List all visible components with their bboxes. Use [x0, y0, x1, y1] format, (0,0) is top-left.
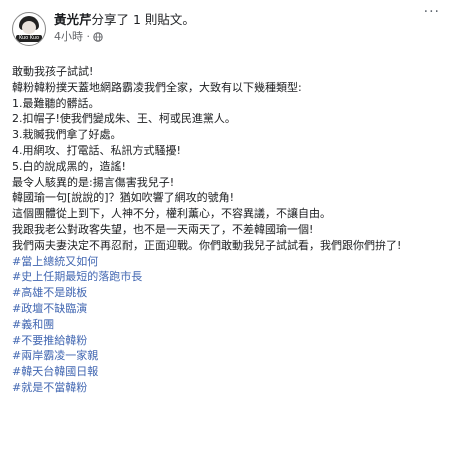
- globe-icon: [93, 31, 103, 42]
- post-body: 敢動我孩子試試! 韓粉韓粉撲天蓋地網路霸凌我們全家，大致有以下幾種類型: 1.最…: [10, 64, 440, 396]
- share-action-text: 分享了 1 則貼文。: [91, 12, 195, 27]
- body-line: 4.用網攻、打電話、私訊方式騷擾!: [12, 143, 181, 157]
- post-time-line: 4小時 ·: [54, 29, 195, 44]
- avatar-badge: Kuo Kuo: [16, 35, 42, 42]
- body-line: 韓國瑜一句[說說的]？猶如吹響了網攻的號角!: [12, 191, 234, 205]
- post-timestamp[interactable]: 4小時 ·: [54, 29, 90, 44]
- body-line: 我跟我老公對政客失望，也不是一天兩天了，不差韓國瑜一個!: [12, 222, 314, 236]
- hashtag-link[interactable]: #就是不當韓粉: [12, 380, 434, 396]
- hashtag-link[interactable]: #義和團: [12, 317, 434, 333]
- title-line: 黃光芹分享了 1 則貼文。: [54, 11, 195, 28]
- hashtag-link[interactable]: #不要推給韓粉: [12, 333, 434, 349]
- body-line: 3.栽贓我們拿了好處。: [12, 128, 122, 142]
- body-line: 2.扣帽子!使我們變成朱、王、柯或民進黨人。: [12, 112, 236, 126]
- body-line: 敢動我孩子試試!: [12, 65, 94, 78]
- hashtag-link[interactable]: #高雄不是跳板: [12, 285, 434, 301]
- body-line: 韓粉韓粉撲天蓋地網路霸凌我們全家，大致有以下幾種類型:: [12, 80, 302, 94]
- body-line: 1.最難聽的髒話。: [12, 96, 100, 110]
- avatar[interactable]: Kuo Kuo: [12, 12, 46, 46]
- hashtag-link[interactable]: #當上總統又如何: [12, 254, 434, 270]
- post-header: Kuo Kuo 黃光芹分享了 1 則貼文。 4小時 · ···: [10, 4, 440, 58]
- body-line: 最令人駭異的是:揚言傷害我兒子!: [12, 175, 175, 189]
- body-line: 這個團體從上到下，人神不分，權利薰心，不容異議，不讓自由。: [12, 207, 331, 221]
- author-name[interactable]: 黃光芹: [54, 12, 92, 27]
- hashtag-link[interactable]: #政壇不缺臨演: [12, 301, 434, 317]
- hashtag-link[interactable]: #韓天台韓國日報: [12, 364, 434, 380]
- more-options-button[interactable]: ···: [424, 4, 440, 20]
- body-line: 5.白的說成黑的，造謠!: [12, 159, 126, 173]
- avatar-face: [22, 21, 36, 34]
- hashtag-link[interactable]: #兩岸霸凌一家親: [12, 348, 434, 364]
- post-meta: 黃光芹分享了 1 則貼文。 4小時 ·: [54, 11, 195, 44]
- facebook-post: Kuo Kuo 黃光芹分享了 1 則貼文。 4小時 · ··· 敢動我孩子試試!…: [0, 0, 450, 458]
- hashtag-link[interactable]: #史上任期最短的落跑市長: [12, 269, 434, 285]
- body-line: 我們兩夫妻決定不再忍耐，正面迎戰。你們敢動我兒子試試看，我們跟你們拚了!: [12, 238, 402, 252]
